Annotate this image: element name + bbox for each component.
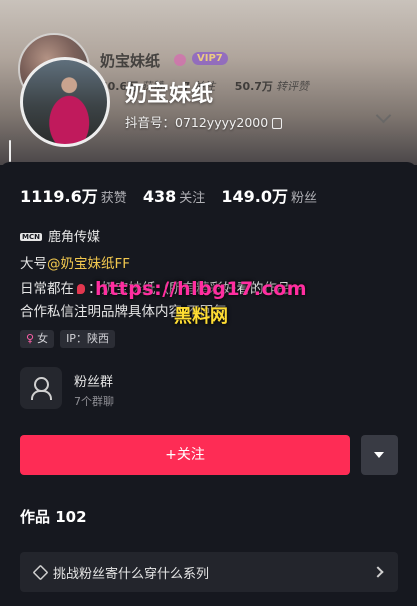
stat-likes[interactable]: 1119.6万 获赞 — [20, 183, 127, 207]
copy-icon[interactable] — [272, 118, 283, 129]
collection-label: 挑战粉丝寄什么穿什么系列 — [53, 567, 210, 582]
bio-prefix: 大号 — [20, 256, 47, 272]
stat-label: 获赞 — [100, 191, 127, 206]
works-count[interactable]: 作品 102 — [20, 506, 87, 527]
gender-tag: ♀ 女 — [20, 330, 55, 348]
fan-group-title: 粉丝群 — [74, 375, 114, 390]
bio-prefix: 日常都在 — [20, 281, 74, 297]
tag-row: ♀ 女 IP：陕西 — [20, 327, 121, 348]
collapsed-stat-label: 转评赞 — [275, 80, 309, 93]
mention-link[interactable]: @奶宝妹纸FF — [47, 256, 130, 272]
stat-following[interactable]: 438 关注 — [143, 187, 205, 206]
person-body-shape — [31, 390, 52, 400]
fan-group-icon — [20, 367, 62, 409]
caret-down-icon — [374, 452, 384, 458]
gender-label: 女 — [37, 332, 49, 345]
stat-number: 149.0万 — [221, 187, 288, 206]
layers-icon — [32, 564, 49, 581]
fan-group-subtitle: 7个群聊 — [74, 395, 114, 408]
mcn-row[interactable]: MCN 鹿角传媒 — [20, 226, 100, 245]
douyin-id-text: 抖音号：0712yyyy2000 — [125, 115, 269, 130]
stat-followers[interactable]: 149.0万 粉丝 — [221, 183, 317, 207]
avatar[interactable] — [20, 57, 110, 147]
location-pin-icon — [77, 284, 85, 294]
douyin-id: 抖音号：0712yyyy2000 — [125, 112, 283, 131]
collapsed-name: 奶宝妹纸 — [100, 52, 161, 70]
female-icon: ♀ — [26, 332, 35, 345]
stat-number: 1119.6万 — [20, 187, 98, 206]
collection-row[interactable]: 挑战粉丝寄什么穿什么系列 — [20, 552, 398, 592]
bio-line-1: 大号@奶宝妹纸FF — [20, 252, 130, 272]
ip-tag: IP：陕西 — [60, 330, 115, 348]
mcn-name: 鹿角传媒 — [47, 230, 100, 245]
stat-label: 关注 — [179, 191, 206, 206]
stats-row: 1119.6万 获赞 438 关注 149.0万 粉丝 — [20, 183, 328, 207]
vip-badge: VIP7 — [192, 52, 228, 65]
stat-number: 438 — [142, 187, 177, 206]
profile-name: 奶宝妹纸 — [125, 82, 214, 107]
watermark: https://hlbg17.com 黑料网 — [95, 278, 307, 328]
mcn-icon: MCN — [20, 233, 42, 241]
chevron-right-icon — [372, 566, 384, 578]
scroll-indicator — [9, 140, 11, 162]
follow-button[interactable]: +关注 — [20, 435, 350, 475]
more-options-button[interactable] — [361, 435, 398, 475]
watermark-name: 黑料网 — [174, 306, 229, 327]
watermark-url: https://hlbg17.com — [95, 278, 308, 300]
stat-label: 粉丝 — [291, 191, 318, 206]
verified-icon — [174, 54, 186, 66]
collapsed-stat-num: 50.7万 — [234, 80, 273, 93]
